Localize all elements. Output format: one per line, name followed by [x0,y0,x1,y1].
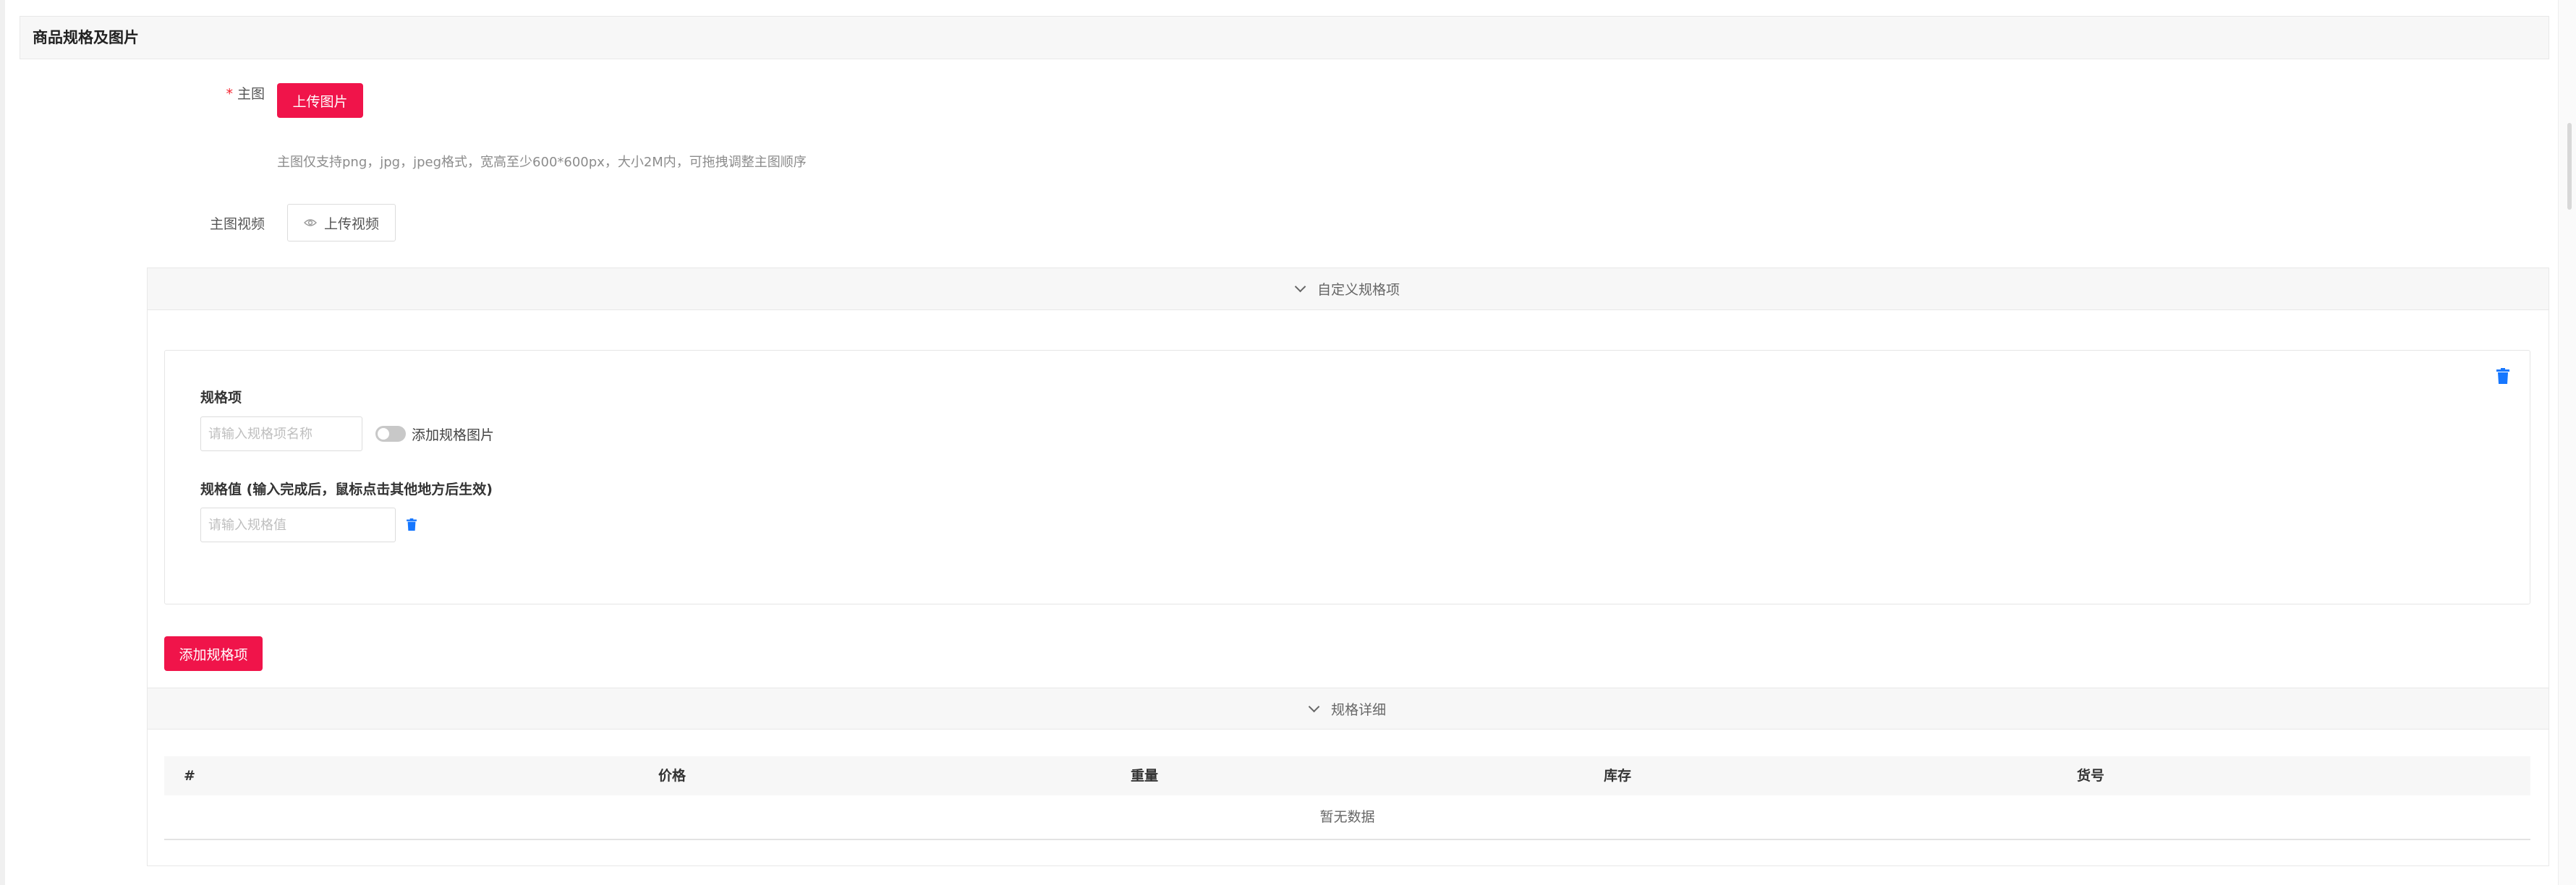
spec-detail-table-header: # 价格 重量 库存 货号 [164,756,2530,795]
custom-spec-collapse-title: 自定义规格项 [1317,282,1400,298]
toggle-knob [378,428,389,440]
delete-spec-value-icon[interactable] [407,518,417,534]
custom-spec-collapse-header[interactable]: 自定义规格项 [148,268,2549,310]
upload-image-button[interactable]: 上传图片 [277,83,363,118]
spec-value-label: 规格值 (输入完成后，鼠标点击其他地方后生效) [200,482,493,497]
column-header-index: # [184,768,195,784]
section-header: 商品规格及图片 [20,16,2549,59]
table-empty-row: 暂无数据 [164,795,2530,840]
main-image-label-text: 主图 [237,86,265,102]
spec-value-input[interactable] [200,508,396,542]
section-title: 商品规格及图片 [33,29,139,46]
left-edge [0,0,5,885]
column-header-sku: 货号 [2077,768,2105,784]
spec-panel: 自定义规格项 规格项 添加规格图片 规格值 (输入完成后，鼠标点击其他地方后生效… [147,268,2549,866]
chevron-down-icon [1308,701,1320,712]
column-header-weight: 重量 [1131,768,1159,784]
add-spec-image-toggle[interactable] [375,426,406,442]
spec-detail-collapse-header[interactable]: 规格详细 [148,688,2549,730]
required-star: * [226,86,233,102]
delete-spec-item-icon[interactable] [2496,368,2509,387]
page-scrollbar[interactable] [2558,0,2576,885]
add-spec-item-button[interactable]: 添加规格项 [164,636,263,671]
spec-item-card: 规格项 添加规格图片 规格值 (输入完成后，鼠标点击其他地方后生效) [164,350,2530,604]
main-image-label: * 主图 [203,83,265,103]
chevron-down-icon [1294,281,1306,293]
eye-icon [303,215,317,231]
spec-name-input[interactable] [200,416,362,451]
upload-video-button[interactable]: 上传视频 [287,204,396,241]
main-image-hint: 主图仅支持png，jpg，jpeg格式，宽高至少600*600px，大小2M内，… [277,155,807,170]
scrollbar-thumb[interactable] [2567,123,2572,210]
column-header-price: 价格 [658,768,686,784]
add-spec-image-label: 添加规格图片 [412,427,495,443]
main-video-label: 主图视频 [209,216,265,232]
spec-item-label: 规格项 [200,390,242,406]
spec-detail-collapse-title: 规格详细 [1330,701,1386,718]
upload-video-label: 上传视频 [323,215,379,232]
column-header-stock: 库存 [1604,768,1632,784]
